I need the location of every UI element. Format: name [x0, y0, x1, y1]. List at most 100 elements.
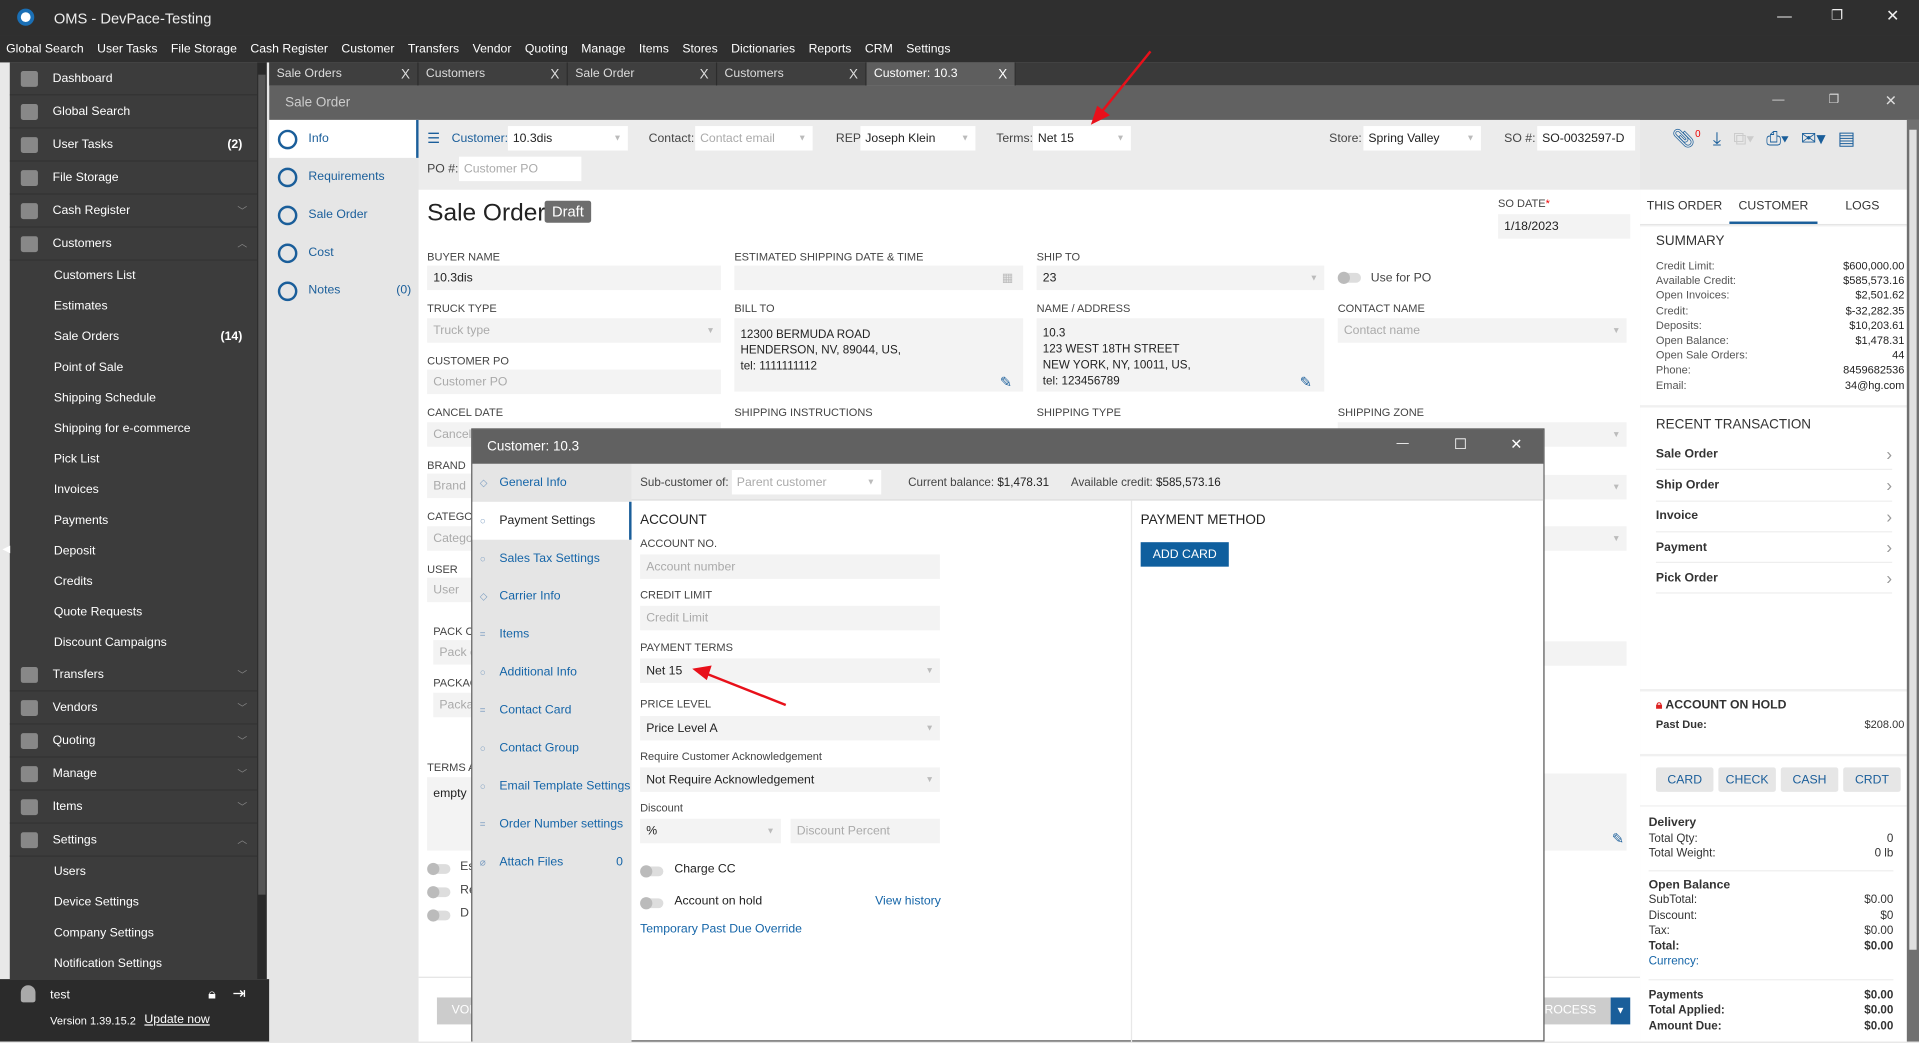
main-scrollbar[interactable]: [1907, 120, 1919, 1042]
toggle-3[interactable]: [428, 911, 450, 921]
po-input[interactable]: Customer PO: [459, 157, 581, 181]
menu-crm[interactable]: CRM: [865, 42, 893, 55]
dialog-nav-attach-files[interactable]: ⌀Attach Files0: [472, 843, 631, 881]
tab-close-icon[interactable]: X: [700, 67, 709, 82]
menu-stores[interactable]: Stores: [682, 42, 717, 55]
sidebar-item-point-of-sale[interactable]: Point of Sale: [10, 352, 257, 383]
price-level-select[interactable]: Price Level A: [640, 716, 940, 740]
buyer-name-input[interactable]: 10.3dis: [427, 266, 721, 290]
contact-name-select[interactable]: Contact name: [1338, 318, 1627, 342]
menu-dictionaries[interactable]: Dictionaries: [731, 42, 795, 55]
use-for-po-toggle[interactable]: [1339, 273, 1361, 283]
sidebar-item-shipping-schedule[interactable]: Shipping Schedule: [10, 383, 257, 414]
subnav-notes[interactable]: Notes(0): [269, 272, 418, 310]
subnav-cost[interactable]: Cost: [269, 234, 418, 272]
sidebar-item-customers[interactable]: Customers︿: [10, 228, 257, 261]
account-on-hold-toggle[interactable]: [641, 898, 663, 908]
menu-quoting[interactable]: Quoting: [525, 42, 568, 55]
close-button[interactable]: ✕: [1886, 6, 1899, 26]
recent-payment[interactable]: Payment›: [1656, 532, 1892, 563]
subnav-info[interactable]: Info: [269, 120, 418, 158]
sidebar-item-users[interactable]: Users: [10, 857, 257, 888]
menu-manage[interactable]: Manage: [581, 42, 625, 55]
store-select[interactable]: Spring Valley: [1363, 126, 1480, 150]
sidebar-item-manage[interactable]: Manage﹀: [10, 758, 257, 791]
toggle-1[interactable]: [428, 864, 450, 874]
window-close-button[interactable]: ✕: [1885, 92, 1897, 109]
sidebar-item-dashboard[interactable]: Dashboard: [10, 62, 257, 95]
dialog-nav-additional-info[interactable]: ○Additional Info: [472, 654, 631, 692]
contact-select[interactable]: Contact email: [695, 126, 812, 150]
sidebar-item-settings[interactable]: Settings︿: [10, 824, 257, 857]
tab-close-icon[interactable]: X: [401, 67, 410, 82]
email-icon[interactable]: ✉▾: [1801, 127, 1826, 149]
customer-po-input[interactable]: Customer PO: [427, 370, 721, 394]
dialog-nav-contact-card[interactable]: =Contact Card: [472, 692, 631, 730]
sidebar-item-customers-list[interactable]: Customers List: [10, 261, 257, 292]
download-icon[interactable]: ⤓: [1713, 128, 1721, 149]
tab-sale-order[interactable]: Sale OrderX: [568, 62, 717, 85]
copy-icon[interactable]: ⧉▾: [1733, 128, 1754, 149]
logout-icon[interactable]: ⇥: [233, 984, 246, 1004]
tab-customers[interactable]: CustomersX: [717, 62, 866, 85]
toggle-2[interactable]: [428, 887, 450, 897]
sidebar-item-user-tasks[interactable]: User Tasks(2): [10, 129, 257, 162]
sidebar-item-quoting[interactable]: Quoting﹀: [10, 725, 257, 758]
process-dropdown-button[interactable]: ▼: [1611, 997, 1631, 1024]
past-due-override-link[interactable]: Temporary Past Due Override: [640, 923, 802, 936]
dialog-nav-payment-settings[interactable]: ○Payment Settings: [472, 502, 631, 540]
rep-select[interactable]: Joseph Klein: [860, 126, 975, 150]
menu-reports[interactable]: Reports: [809, 42, 852, 55]
customer-select[interactable]: 10.3dis: [508, 126, 628, 150]
sidebar-item-pick-list[interactable]: Pick List: [10, 444, 257, 475]
tab-customer-10-3[interactable]: Customer: 10.3X: [867, 62, 1016, 85]
dialog-nav-items[interactable]: =Items: [472, 616, 631, 654]
print-icon[interactable]: ⎙▾: [1766, 128, 1788, 149]
menu-file-storage[interactable]: File Storage: [171, 42, 237, 55]
sidebar-item-credits[interactable]: Credits: [10, 567, 257, 598]
est-ship-input[interactable]: ▦: [734, 266, 1023, 290]
tab-sale-orders[interactable]: Sale OrdersX: [269, 62, 418, 85]
subnav-requirements[interactable]: Requirements: [269, 158, 418, 196]
tab-close-icon[interactable]: X: [550, 67, 559, 82]
sidebar-item-transfers[interactable]: Transfers﹀: [10, 658, 257, 691]
dialog-minimize-button[interactable]: —: [1396, 437, 1408, 450]
document-icon[interactable]: ▤: [1838, 127, 1855, 149]
minimize-button[interactable]: —: [1777, 7, 1792, 24]
menu-cash-register[interactable]: Cash Register: [250, 42, 328, 55]
pay-check-button[interactable]: CHECK: [1718, 767, 1776, 791]
dialog-close-button[interactable]: ✕: [1510, 436, 1522, 453]
edit-notes-icon[interactable]: ✎: [1612, 830, 1624, 847]
attachment-icon[interactable]: 📎︎0: [1672, 127, 1701, 149]
edit-address-icon[interactable]: ✎: [1300, 373, 1312, 390]
tab-close-icon[interactable]: X: [849, 67, 858, 82]
terms-select[interactable]: Net 15: [1033, 126, 1131, 150]
view-history-link[interactable]: View history: [875, 895, 941, 908]
sidebar-item-quote-requests[interactable]: Quote Requests: [10, 597, 257, 628]
edit-bill-to-icon[interactable]: ✎: [1000, 373, 1012, 390]
sidebar-item-discount-campaigns[interactable]: Discount Campaigns: [10, 628, 257, 659]
sidebar-scrollbar[interactable]: [257, 62, 267, 979]
menu-vendor[interactable]: Vendor: [473, 42, 512, 55]
sidebar-item-shipping-for-e-commerce[interactable]: Shipping for e-commerce: [10, 414, 257, 445]
sidebar-item-payments[interactable]: Payments: [10, 505, 257, 536]
collapse-sidebar-icon[interactable]: ◀: [2, 543, 10, 554]
sidebar-item-device-settings[interactable]: Device Settings: [10, 887, 257, 918]
dialog-nav-sales-tax-settings[interactable]: ○Sales Tax Settings: [472, 540, 631, 578]
sidebar-item-invoices[interactable]: Invoices: [10, 475, 257, 506]
parent-customer-select[interactable]: Parent customer: [732, 470, 881, 494]
sidebar-item-sale-orders[interactable]: Sale Orders(14): [10, 322, 257, 353]
tab-customers[interactable]: CustomersX: [419, 62, 568, 85]
pay-crdt-button[interactable]: CRDT: [1843, 767, 1901, 791]
discount-percent-input[interactable]: Discount Percent: [791, 819, 940, 843]
menu-items[interactable]: Items: [639, 42, 669, 55]
calendar-icon[interactable]: ▦: [1002, 271, 1014, 284]
acknowledgement-select[interactable]: Not Require Acknowledgement: [640, 767, 940, 791]
tab-close-icon[interactable]: X: [998, 67, 1007, 82]
menu-transfers[interactable]: Transfers: [408, 42, 459, 55]
subnav-sale-order[interactable]: Sale Order: [269, 196, 418, 234]
discount-type-select[interactable]: %: [640, 819, 781, 843]
sidebar-item-deposit[interactable]: Deposit: [10, 536, 257, 567]
sidebar-item-global-search[interactable]: Global Search: [10, 95, 257, 128]
lock-icon[interactable]: 🔒︎: [208, 985, 216, 1003]
